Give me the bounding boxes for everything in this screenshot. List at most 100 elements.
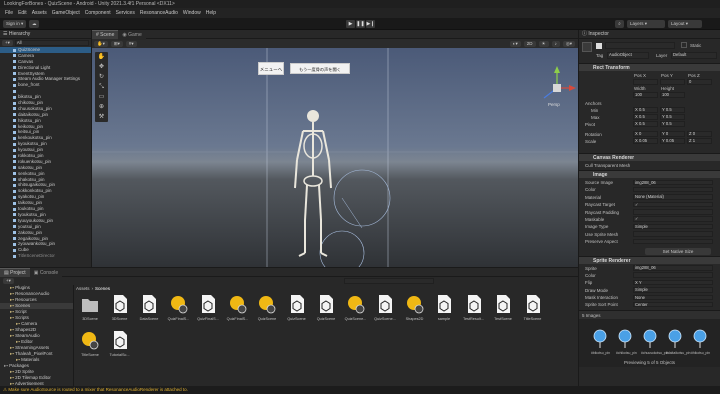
asset-item[interactable]: TitleScene: [78, 330, 102, 357]
asset-item[interactable]: QuizScene: [255, 294, 279, 321]
asset-item[interactable]: DataScene: [137, 294, 161, 321]
persp-label[interactable]: Persp: [548, 102, 560, 107]
hierarchy-search-input[interactable]: All: [14, 40, 89, 46]
field-value[interactable]: [633, 231, 713, 237]
step-button[interactable]: ▶❙: [366, 20, 375, 28]
2d-toggle[interactable]: 2D: [523, 40, 536, 47]
field-value[interactable]: ✓: [633, 201, 713, 208]
asset-item[interactable]: TestResult...: [462, 294, 486, 321]
canvas-renderer-header[interactable]: Canvas Renderer: [579, 153, 720, 161]
tab-project[interactable]: ▤ Project: [0, 268, 30, 277]
asset-item[interactable]: QuizScene: [314, 294, 338, 321]
image-header[interactable]: Image: [579, 170, 720, 178]
menu-help[interactable]: Help: [206, 10, 216, 16]
active-checkbox[interactable]: [596, 43, 602, 49]
menu-window[interactable]: Window: [183, 10, 201, 16]
menu-services[interactable]: Services: [116, 10, 135, 16]
project-search-input[interactable]: [343, 278, 434, 284]
anchors-label[interactable]: Anchors: [585, 101, 602, 106]
menu-edit[interactable]: Edit: [18, 10, 27, 16]
breadcrumb-assets[interactable]: Assets: [76, 286, 90, 291]
pause-button[interactable]: ❚❚: [356, 20, 365, 28]
field-value[interactable]: Center: [633, 301, 713, 308]
shading-mode-icon[interactable]: ◐▾: [509, 40, 521, 47]
height-field[interactable]: 100: [660, 92, 685, 98]
asset-item[interactable]: TutorialSc...: [108, 330, 132, 357]
asset-item[interactable]: QuizFinalS...: [226, 294, 250, 321]
hand-tool-icon[interactable]: ✋▾: [94, 40, 108, 47]
field-value[interactable]: None: [633, 294, 713, 301]
pivot-x[interactable]: X 0.5: [633, 121, 658, 127]
pin-preview[interactable]: #chikotsu_pin: [616, 329, 637, 355]
anchor-min-y[interactable]: Y 0.5: [660, 107, 685, 113]
pivot-toggle[interactable]: ⊞▾: [110, 40, 123, 47]
scale-y[interactable]: Y 0.05: [660, 138, 685, 144]
scale-tool-icon[interactable]: ⤡: [95, 82, 108, 92]
asset-item[interactable]: 3DScene: [78, 294, 102, 321]
grid-toggle-icon[interactable]: #▾: [125, 40, 137, 47]
pin-preview[interactable]: #chuusokotsu_pin: [641, 329, 668, 355]
field-value[interactable]: img288_06: [633, 265, 713, 271]
search-icon[interactable]: ⌕: [615, 20, 624, 28]
asset-item[interactable]: QuizScene...: [373, 294, 397, 321]
layer-dropdown[interactable]: Default: [671, 52, 717, 59]
transform-tool-icon[interactable]: ⊕: [95, 102, 108, 112]
menu-resonanceaudio[interactable]: ResonanceAudio: [140, 10, 178, 16]
object-name-input[interactable]: [605, 42, 675, 49]
breadcrumb-scenes[interactable]: Scenes: [95, 286, 110, 291]
menu-gameobject[interactable]: GameObject: [52, 10, 80, 16]
asset-item[interactable]: QuizScene...: [344, 294, 368, 321]
pos-x-field[interactable]: [633, 79, 658, 85]
tab-console[interactable]: ▣ Console: [29, 269, 63, 278]
asset-item[interactable]: TitleScene: [521, 294, 545, 321]
scale-z[interactable]: Z 1: [687, 138, 712, 144]
signin-button[interactable]: Sign in ▾: [3, 19, 27, 28]
rotation-x[interactable]: X 0: [633, 131, 658, 137]
static-checkbox[interactable]: [681, 42, 687, 48]
width-field[interactable]: 100: [633, 92, 658, 98]
menu-ui-button[interactable]: メニューへ: [258, 62, 284, 75]
anchor-max-y[interactable]: Y 0.5: [660, 114, 685, 120]
menu-file[interactable]: File: [5, 10, 13, 16]
pin-preview[interactable]: #bikotsu_pin: [591, 329, 610, 355]
field-value[interactable]: None (Material): [633, 194, 713, 200]
pivot-y[interactable]: Y 0.5: [660, 121, 685, 127]
rotation-y[interactable]: Y 0: [660, 131, 685, 137]
scale-x[interactable]: X 0.05: [633, 138, 658, 144]
scene-viewport[interactable]: ✋ ✥ ↻ ⤡ ▭ ⊕ ⚒ メニューへ もう一度骨の声を聞く Persp: [92, 48, 578, 267]
status-bar[interactable]: ⚠ Make sure AudioSource is routed to a m…: [0, 386, 720, 394]
hierarchy-item[interactable]: TitleSceneDirector: [0, 253, 91, 259]
asset-item[interactable]: Shapes2D: [403, 294, 427, 321]
images-preview-header[interactable]: 5 Images: [579, 309, 720, 319]
rotate-tool-icon[interactable]: ↻: [95, 72, 108, 82]
field-value[interactable]: [633, 238, 713, 245]
lighting-toggle-icon[interactable]: ☀: [538, 40, 549, 47]
tab-game[interactable]: ◉ Game: [118, 31, 146, 40]
asset-item[interactable]: QuizFinalS...: [196, 294, 220, 321]
pin-preview[interactable]: #daitaikotsu_pin: [666, 329, 691, 355]
add-object-button[interactable]: +▾: [2, 40, 13, 46]
move-tool-icon[interactable]: ✥: [95, 62, 108, 72]
rotation-z[interactable]: Z 0: [687, 131, 712, 137]
menu-assets[interactable]: Assets: [32, 10, 47, 16]
hand-tool-icon[interactable]: ✋: [95, 52, 108, 62]
play-button[interactable]: ▶: [346, 20, 355, 28]
pos-z-field[interactable]: 0: [687, 79, 712, 85]
custom-tool-icon[interactable]: ⚒: [95, 112, 108, 122]
tag-dropdown[interactable]: AudioObject: [607, 52, 649, 59]
field-value[interactable]: img288_06: [633, 179, 713, 185]
anchor-min-x[interactable]: X 0.5: [633, 107, 658, 113]
field-value[interactable]: [633, 209, 713, 215]
asset-item[interactable]: sample: [432, 294, 456, 321]
cloud-icon[interactable]: ☁: [29, 19, 40, 28]
pin-preview[interactable]: #hikotsu_pin: [691, 329, 710, 355]
field-value[interactable]: [633, 272, 713, 278]
gizmos-toggle-icon[interactable]: ◎▾: [562, 40, 575, 47]
create-asset-button[interactable]: +▾: [3, 278, 14, 284]
asset-item[interactable]: QuizFinalS...: [167, 294, 191, 321]
layout-dropdown[interactable]: Layout ▾: [668, 20, 702, 28]
asset-item[interactable]: QuizScene: [285, 294, 309, 321]
sprite-renderer-header[interactable]: Sprite Renderer: [579, 255, 720, 264]
menu-component[interactable]: Component: [85, 10, 111, 16]
anchor-max-x[interactable]: X 0.5: [633, 114, 658, 120]
